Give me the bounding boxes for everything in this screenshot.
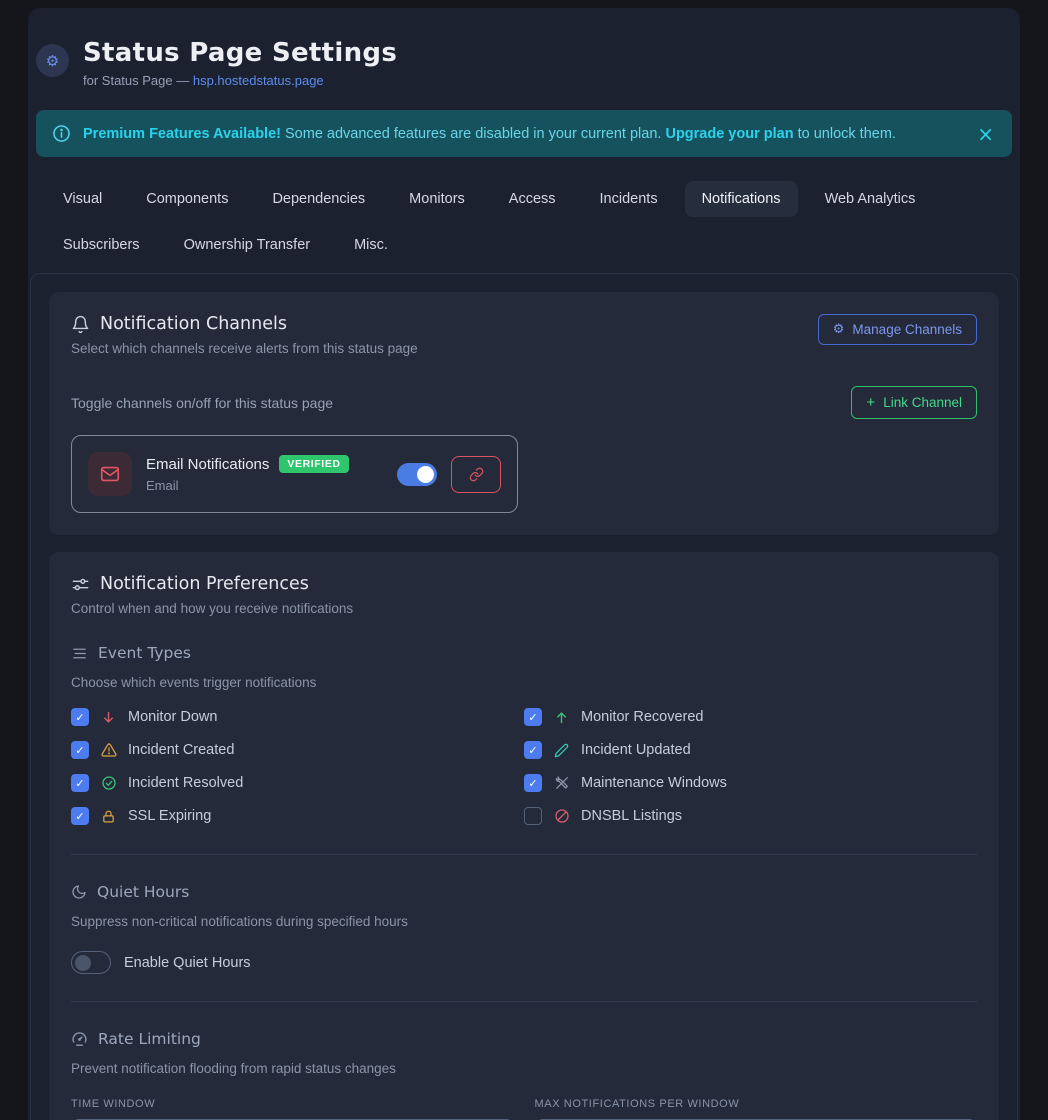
- event-types-title: Event Types: [71, 644, 977, 662]
- quiet-hours-title: Quiet Hours: [71, 883, 977, 901]
- gear-icon: ⚙: [833, 322, 845, 337]
- rate-limiting-title: Rate Limiting: [71, 1030, 977, 1048]
- checkbox[interactable]: ✓: [71, 708, 89, 726]
- time-window-label: TIME WINDOW: [71, 1098, 514, 1110]
- page-header: ⚙ Status Page Settings for Status Page —…: [36, 38, 1012, 88]
- event-incident-resolved[interactable]: ✓ Incident Resolved: [71, 772, 524, 794]
- settings-tabs: Visual Components Dependencies Monitors …: [46, 181, 1002, 263]
- status-page-settings-panel: ⚙ Status Page Settings for Status Page —…: [28, 8, 1020, 1120]
- preferences-section-subtitle: Control when and how you receive notific…: [71, 601, 977, 616]
- envelope-icon: [88, 452, 132, 496]
- no-entry-icon: [553, 808, 570, 824]
- notifications-tab-content: Notification Channels Select which chann…: [30, 273, 1018, 1120]
- gear-icon: ⚙: [36, 44, 69, 77]
- status-page-link[interactable]: hsp.hostedstatus.page: [193, 73, 324, 88]
- event-ssl-expiring[interactable]: ✓ SSL Expiring: [71, 805, 524, 827]
- checkbox[interactable]: ✓: [524, 807, 542, 825]
- verified-badge: VERIFIED: [279, 455, 348, 473]
- chain-link-icon: [469, 467, 484, 482]
- tab-incidents[interactable]: Incidents: [583, 181, 675, 217]
- event-types-block: Event Types Choose which events trigger …: [71, 644, 977, 827]
- pencil-icon: [553, 743, 570, 758]
- page-title: Status Page Settings: [83, 38, 397, 68]
- info-circle-icon: [52, 124, 71, 143]
- notification-preferences-section: Notification Preferences Control when an…: [49, 552, 999, 1120]
- time-window-field: TIME WINDOW 15 minutes: [71, 1098, 514, 1120]
- upgrade-plan-link[interactable]: Upgrade your plan: [665, 126, 793, 142]
- email-channel-card: Email Notifications VERIFIED Email: [71, 435, 518, 513]
- unlink-channel-button[interactable]: [451, 456, 501, 493]
- lock-icon: [100, 809, 117, 824]
- notification-channels-section: Notification Channels Select which chann…: [49, 292, 999, 535]
- quiet-hours-toggle-label: Enable Quiet Hours: [124, 955, 251, 971]
- checkbox[interactable]: ✓: [524, 774, 542, 792]
- tab-monitors[interactable]: Monitors: [392, 181, 482, 217]
- premium-banner: Premium Features Available! Some advance…: [36, 110, 1012, 157]
- list-icon: [71, 645, 88, 662]
- warning-triangle-icon: [100, 742, 117, 758]
- sliders-icon: [71, 575, 90, 594]
- event-monitor-recovered[interactable]: ✓ Monitor Recovered: [524, 706, 977, 728]
- link-channel-button[interactable]: + Link Channel: [851, 386, 977, 419]
- tab-components[interactable]: Components: [129, 181, 245, 217]
- checkbox[interactable]: ✓: [71, 807, 89, 825]
- event-incident-updated[interactable]: ✓ Incident Updated: [524, 739, 977, 761]
- divider: [71, 1001, 977, 1002]
- checkbox[interactable]: ✓: [71, 741, 89, 759]
- banner-text: Premium Features Available! Some advance…: [83, 126, 896, 142]
- checkbox[interactable]: ✓: [71, 774, 89, 792]
- event-types-subtitle: Choose which events trigger notification…: [71, 675, 977, 690]
- email-channel-toggle[interactable]: [397, 463, 437, 486]
- tab-dependencies[interactable]: Dependencies: [255, 181, 382, 217]
- quiet-hours-toggle[interactable]: [71, 951, 111, 974]
- divider: [71, 854, 977, 855]
- rate-limiting-subtitle: Prevent notification flooding from rapid…: [71, 1061, 977, 1076]
- channel-name: Email Notifications: [146, 456, 269, 473]
- tab-subscribers[interactable]: Subscribers: [46, 227, 157, 263]
- event-incident-created[interactable]: ✓ Incident Created: [71, 739, 524, 761]
- event-types-grid: ✓ Monitor Down ✓ Monitor Recovered: [71, 706, 977, 827]
- gauge-icon: [71, 1031, 88, 1048]
- quiet-hours-block: Quiet Hours Suppress non-critical notifi…: [71, 883, 977, 974]
- plus-icon: +: [866, 394, 875, 411]
- checkbox[interactable]: ✓: [524, 708, 542, 726]
- manage-channels-button[interactable]: ⚙ Manage Channels: [818, 314, 977, 345]
- toggle-channels-hint: Toggle channels on/off for this status p…: [71, 395, 333, 411]
- tab-visual[interactable]: Visual: [46, 181, 119, 217]
- check-circle-icon: [100, 775, 117, 791]
- max-notifications-field: MAX NOTIFICATIONS PER WINDOW: [535, 1098, 978, 1120]
- tools-icon: [553, 775, 570, 791]
- tab-web-analytics[interactable]: Web Analytics: [808, 181, 933, 217]
- event-dnsbl-listings[interactable]: ✓ DNSBL Listings: [524, 805, 977, 827]
- moon-icon: [71, 884, 87, 900]
- channels-section-subtitle: Select which channels receive alerts fro…: [71, 341, 418, 356]
- event-maintenance-windows[interactable]: ✓ Maintenance Windows: [524, 772, 977, 794]
- close-icon[interactable]: ×: [977, 124, 994, 144]
- event-monitor-down[interactable]: ✓ Monitor Down: [71, 706, 524, 728]
- quiet-hours-subtitle: Suppress non-critical notifications duri…: [71, 914, 977, 929]
- channel-type: Email: [146, 478, 383, 493]
- preferences-section-title: Notification Preferences: [71, 574, 977, 594]
- tab-access[interactable]: Access: [492, 181, 573, 217]
- bell-icon: [71, 315, 90, 334]
- tab-notifications[interactable]: Notifications: [685, 181, 798, 217]
- page-subtitle: for Status Page — hsp.hostedstatus.page: [83, 73, 397, 88]
- checkbox[interactable]: ✓: [524, 741, 542, 759]
- tab-ownership-transfer[interactable]: Ownership Transfer: [167, 227, 328, 263]
- max-notifications-label: MAX NOTIFICATIONS PER WINDOW: [535, 1098, 978, 1110]
- rate-limiting-block: Rate Limiting Prevent notification flood…: [71, 1030, 977, 1120]
- channels-section-title: Notification Channels: [71, 314, 418, 334]
- tab-misc[interactable]: Misc.: [337, 227, 405, 263]
- arrow-up-icon: [553, 710, 570, 725]
- arrow-down-icon: [100, 710, 117, 725]
